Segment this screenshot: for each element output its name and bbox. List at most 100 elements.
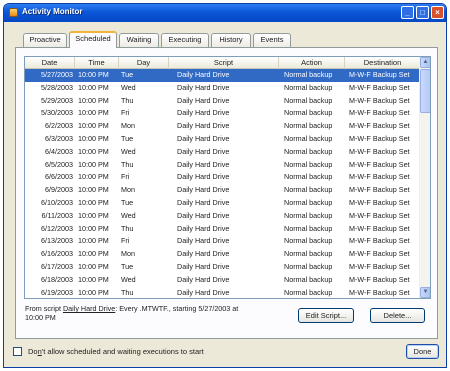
title-bar[interactable]: Activity Monitor _ □ × <box>4 4 446 22</box>
cell-date: 5/29/2003 <box>41 95 73 105</box>
activity-monitor-window: Activity Monitor _ □ × Proactive Schedul… <box>3 3 447 368</box>
cell-date: 6/18/2003 <box>41 274 73 284</box>
cell-destination: M-W-F Backup Set <box>349 133 410 143</box>
label-prefix: Do <box>28 347 38 356</box>
delete-button[interactable]: Delete... <box>370 308 425 323</box>
cell-script: Daily Hard Drive <box>177 70 230 79</box>
schedule-table: Date Time Day Script Action Destination … <box>24 56 431 299</box>
cell-script: Daily Hard Drive <box>177 287 230 297</box>
edit-script-button[interactable]: Edit Script... <box>298 308 354 323</box>
cell-destination: M-W-F Backup Set <box>349 121 410 131</box>
cell-date: 6/19/2003 <box>41 287 73 297</box>
cell-action: Normal backup <box>284 261 333 271</box>
column-header-action[interactable]: Action <box>279 57 345 69</box>
cell-day: Mon <box>121 249 135 259</box>
close-button[interactable]: × <box>431 6 444 19</box>
cell-date: 6/11/2003 <box>41 210 73 220</box>
table-row[interactable]: 6/5/2003 10:00 PM Thu Daily Hard Drive Norma… <box>25 159 421 172</box>
cell-action: Normal backup <box>284 287 333 297</box>
table-row[interactable]: 6/13/2003 10:00 PM Fri Daily Hard Drive Norm… <box>25 235 421 248</box>
cell-day: Tue <box>121 261 134 271</box>
cell-destination: M-W-F Backup Set <box>349 287 410 297</box>
column-header-time[interactable]: Time <box>75 57 119 69</box>
cell-destination: M-W-F Backup Set <box>349 108 410 118</box>
tab-executing[interactable]: Executing <box>161 33 209 47</box>
vertical-scrollbar[interactable]: ▲ ▼ <box>419 57 430 298</box>
table-row[interactable]: 6/12/2003 10:00 PM Thu Daily Hard Drive Norm… <box>25 223 421 236</box>
cell-destination: M-W-F Backup Set <box>349 223 410 233</box>
minimize-button[interactable]: _ <box>401 6 414 19</box>
cell-day: Thu <box>121 95 134 105</box>
cell-action: Normal backup <box>284 159 333 169</box>
cell-script: Daily Hard Drive <box>177 146 230 156</box>
maximize-button[interactable]: □ <box>416 6 429 19</box>
column-header-date[interactable]: Date <box>25 57 75 69</box>
cell-time: 10:00 PM <box>78 223 109 233</box>
table-row[interactable]: 6/16/2003 10:00 PM Mon Daily Hard Drive Norm… <box>25 248 421 261</box>
cell-action: Normal backup <box>284 223 333 233</box>
cell-time: 10:00 PM <box>78 121 109 131</box>
column-header-day[interactable]: Day <box>119 57 169 69</box>
cell-script: Daily Hard Drive <box>177 261 230 271</box>
app-icon <box>9 8 18 17</box>
table-row[interactable]: 6/6/2003 10:00 PM Fri Daily Hard Drive Norma… <box>25 171 421 184</box>
cell-action: Normal backup <box>284 172 333 182</box>
cell-destination: M-W-F Backup Set <box>349 159 410 169</box>
table-row[interactable]: 6/19/2003 10:00 PM Thu Daily Hard Drive Norm… <box>25 287 421 298</box>
table-row[interactable]: 5/30/2003 10:00 PM Fri Daily Hard Drive Norm… <box>25 107 421 120</box>
cell-action: Normal backup <box>284 249 333 259</box>
column-header-destination[interactable]: Destination <box>345 57 421 69</box>
tab-scheduled[interactable]: Scheduled <box>69 31 117 48</box>
cell-script: Daily Hard Drive <box>177 223 230 233</box>
cell-action: Normal backup <box>284 236 333 246</box>
cell-time: 10:00 PM <box>78 95 109 105</box>
table-row[interactable]: 6/4/2003 10:00 PM Wed Daily Hard Drive Norma… <box>25 146 421 159</box>
table-row[interactable]: 5/28/2003 10:00 PM Wed Daily Hard Drive Norm… <box>25 82 421 95</box>
done-button[interactable]: Done <box>406 344 439 359</box>
tab-events[interactable]: Events <box>253 33 291 47</box>
table-body: 5/27/2003 10:00 PM Tue Daily Hard Drive Norm… <box>25 69 421 298</box>
dont-allow-label[interactable]: Don't allow scheduled and waiting execut… <box>28 347 204 356</box>
table-row[interactable]: 6/9/2003 10:00 PM Mon Daily Hard Drive Norma… <box>25 184 421 197</box>
cell-time: 10:00 PM <box>78 70 109 79</box>
scroll-up-arrow-icon[interactable]: ▲ <box>420 57 430 68</box>
cell-time: 10:00 PM <box>78 274 109 284</box>
cell-date: 6/5/2003 <box>45 159 73 169</box>
cell-script: Daily Hard Drive <box>177 159 230 169</box>
cell-script: Daily Hard Drive <box>177 108 230 118</box>
table-row[interactable]: 6/18/2003 10:00 PM Wed Daily Hard Drive Norm… <box>25 274 421 287</box>
cell-day: Wed <box>121 146 136 156</box>
cell-date: 6/4/2003 <box>45 146 73 156</box>
cell-time: 10:00 PM <box>78 159 109 169</box>
cell-day: Tue <box>121 197 134 207</box>
scroll-down-arrow-icon[interactable]: ▼ <box>420 287 430 298</box>
cell-destination: M-W-F Backup Set <box>349 146 410 156</box>
tab-waiting[interactable]: Waiting <box>119 33 159 47</box>
window-title: Activity Monitor <box>22 7 83 16</box>
cell-script: Daily Hard Drive <box>177 133 230 143</box>
cell-script: Daily Hard Drive <box>177 210 230 220</box>
cell-destination: M-W-F Backup Set <box>349 95 410 105</box>
table-row[interactable]: 6/10/2003 10:00 PM Tue Daily Hard Drive Norm… <box>25 197 421 210</box>
dont-allow-checkbox[interactable] <box>13 347 22 356</box>
cell-destination: M-W-F Backup Set <box>349 185 410 195</box>
cell-destination: M-W-F Backup Set <box>349 70 410 79</box>
table-row[interactable]: 6/2/2003 10:00 PM Mon Daily Hard Drive Norma… <box>25 120 421 133</box>
scheduled-panel: Date Time Day Script Action Destination … <box>15 47 438 339</box>
cell-script: Daily Hard Drive <box>177 197 230 207</box>
script-link[interactable]: Daily Hard Drive <box>63 304 115 313</box>
table-row[interactable]: 6/17/2003 10:00 PM Tue Daily Hard Drive Norm… <box>25 261 421 274</box>
table-row[interactable]: 5/29/2003 10:00 PM Thu Daily Hard Drive Norm… <box>25 95 421 108</box>
table-row[interactable]: 6/11/2003 10:00 PM Wed Daily Hard Drive Norm… <box>25 210 421 223</box>
table-row[interactable]: 5/27/2003 10:00 PM Tue Daily Hard Drive Norm… <box>25 69 421 82</box>
script-schedule-info: From script Daily Hard Drive: Every .MTW… <box>25 304 255 322</box>
tab-proactive[interactable]: Proactive <box>23 33 67 47</box>
cell-date: 6/9/2003 <box>45 185 73 195</box>
cell-destination: M-W-F Backup Set <box>349 210 410 220</box>
table-row[interactable]: 6/3/2003 10:00 PM Tue Daily Hard Drive Norma… <box>25 133 421 146</box>
cell-day: Wed <box>121 210 136 220</box>
column-header-script[interactable]: Script <box>169 57 279 69</box>
tab-history[interactable]: History <box>211 33 251 47</box>
scroll-thumb[interactable] <box>420 69 430 113</box>
cell-action: Normal backup <box>284 210 333 220</box>
